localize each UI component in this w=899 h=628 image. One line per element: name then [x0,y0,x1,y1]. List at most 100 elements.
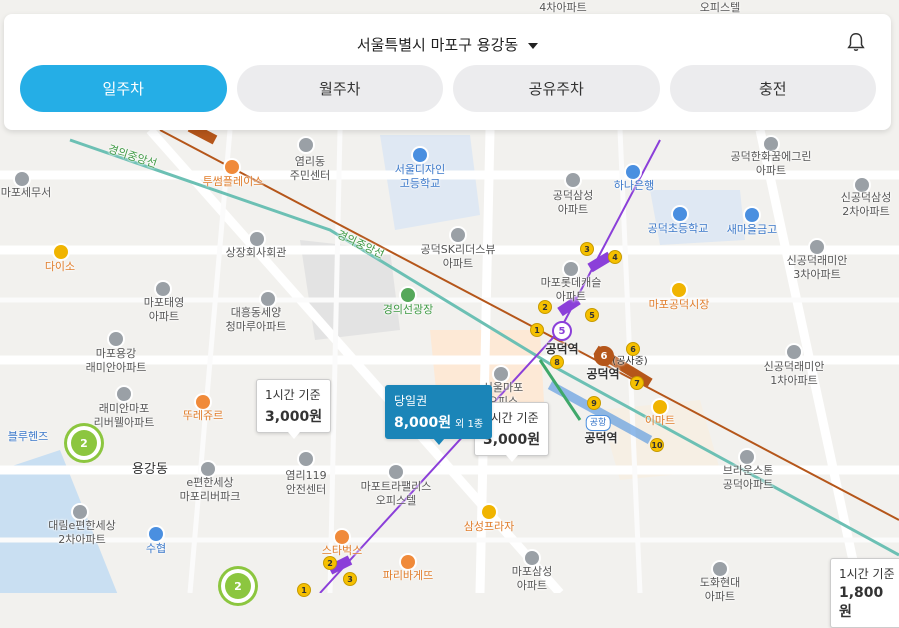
parking-price-bubble[interactable]: 1시간 기준 3,000원 [256,379,332,439]
place-label: 상장회사회관 [225,246,287,259]
school-icon [673,207,687,221]
airport-rail-badge: 공항 [585,415,611,431]
caret-down-icon [528,42,539,49]
parking-price-bubble[interactable]: 1시간 기준 1,800원 [830,558,899,628]
apartment-icon [156,282,170,296]
place-label: 래미안마포 리버웰아파트 [93,402,155,429]
line6-station-icon[interactable]: 6 [594,346,614,366]
price-value: 3,000원 [265,409,323,425]
price-basis: 1시간 기준 [265,388,321,402]
building-icon [389,465,403,479]
apartment-icon [201,462,215,476]
place-label: 마포롯데캐슬 아파트 [540,276,602,303]
top-panel: 서울특별시 마포구 용강동 일주차 월주차 공유주차 충전 [4,14,891,130]
location-selector[interactable]: 서울특별시 마포구 용강동 [4,34,891,55]
exit-marker: 7 [630,376,644,390]
place-label: 경의선광장 [382,303,434,316]
place-label: 뚜레쥬르 [182,409,224,422]
place-label: 염리119 안전센터 [285,469,327,496]
exit-marker: 8 [550,355,564,369]
place-label: 새마을금고 [726,223,778,236]
apartment-icon [713,562,727,576]
exit-marker: 5 [585,308,599,322]
apartment-icon [261,292,275,306]
exit-marker: 6 [626,342,640,356]
place-icon [15,172,29,186]
place-label: 염리동 주민센터 [289,155,331,182]
parking-cluster[interactable]: 2 [71,430,97,456]
bank-icon [626,165,640,179]
apartment-icon [109,332,123,346]
place-label: 공덕초등학교 [647,222,709,235]
location-text: 서울특별시 마포구 용강동 [356,36,519,54]
price-basis: 당일권 [394,394,428,408]
exit-marker: 10 [650,438,664,452]
place-label: 마포공덕시장 [648,298,710,311]
place-label: e편한세상 마포리버파크 [179,476,241,503]
place-label: 삼성프라자 [463,520,515,533]
cafe-icon [335,530,349,544]
place-label: 파리바게뜨 [382,569,434,582]
top-label: 4차아파트 [539,1,587,14]
apartment-icon [810,240,824,254]
price-value: 8,000원 외 1종 [394,415,484,431]
tab-daily-parking[interactable]: 일주차 [20,65,227,112]
place-label: 도화현대 아파트 [699,576,741,603]
place-icon [299,138,313,152]
apartment-icon [564,262,578,276]
market-icon [672,283,686,297]
place-label: 공덕한화꿈에그린 아파트 [730,150,812,177]
building-icon [250,232,264,246]
apartment-icon [73,505,87,519]
apartment-icon [855,178,869,192]
place-label: 다이소 [44,260,76,273]
parking-type-tabs: 일주차 월주차 공유주차 충전 [20,65,876,112]
line5-station-icon[interactable]: 5 [552,321,572,341]
price-extra: 외 1종 [455,419,484,430]
selected-parking-bubble[interactable]: 당일권 8,000원 외 1종 [385,385,493,445]
station-label: 공덕역 [586,367,620,381]
place-label: 신공덕래미안 1차아파트 [763,360,825,387]
park-icon [401,288,415,302]
exit-marker: 4 [608,250,622,264]
apartment-icon [787,345,801,359]
exit-marker: 2 [538,300,552,314]
construction-label: (공사중) [612,356,648,367]
place-label: 하나은행 [613,179,655,192]
bell-icon[interactable] [845,30,867,54]
district-label: 용강동 [132,462,168,477]
exit-marker: 3 [580,242,594,256]
exit-marker: 3 [343,572,357,586]
place-label: 블루헨즈 [7,430,49,443]
bakery-icon [196,395,210,409]
station-label: 공덕역 [545,342,579,356]
tab-shared-parking[interactable]: 공유주차 [453,65,660,112]
place-label: 투썸플레이스 [202,175,264,188]
bank-icon [745,208,759,222]
shop-icon [54,245,68,259]
station-label: 공덕역 [584,431,618,445]
apartment-icon [764,137,778,151]
apartment-icon [525,551,539,565]
school-icon [413,148,427,162]
parking-cluster[interactable]: 2 [225,573,251,599]
exit-marker: 1 [297,583,311,597]
fire-station-icon [299,452,313,466]
place-label: 서울디자인 고등학교 [394,163,446,190]
place-label: 마포삼성 아파트 [511,565,553,592]
place-label: 브라운스톤 공덕아파트 [722,464,774,491]
bakery-icon [401,555,415,569]
exit-marker: 1 [530,323,544,337]
place-label: 마포태영 아파트 [143,296,185,323]
tab-monthly-parking[interactable]: 월주차 [236,65,443,112]
mart-icon [653,400,667,414]
place-label: 대흥동세양 청마루아파트 [225,306,287,333]
tab-charging[interactable]: 충전 [669,65,876,112]
apartment-icon [740,450,754,464]
building-icon [494,367,508,381]
place-label: 공덕SK리더스뷰 아파트 [420,243,496,270]
place-label: 마포세무서 [0,186,52,199]
cafe-icon [225,160,239,174]
shop-icon [482,505,496,519]
apartment-icon [451,228,465,242]
